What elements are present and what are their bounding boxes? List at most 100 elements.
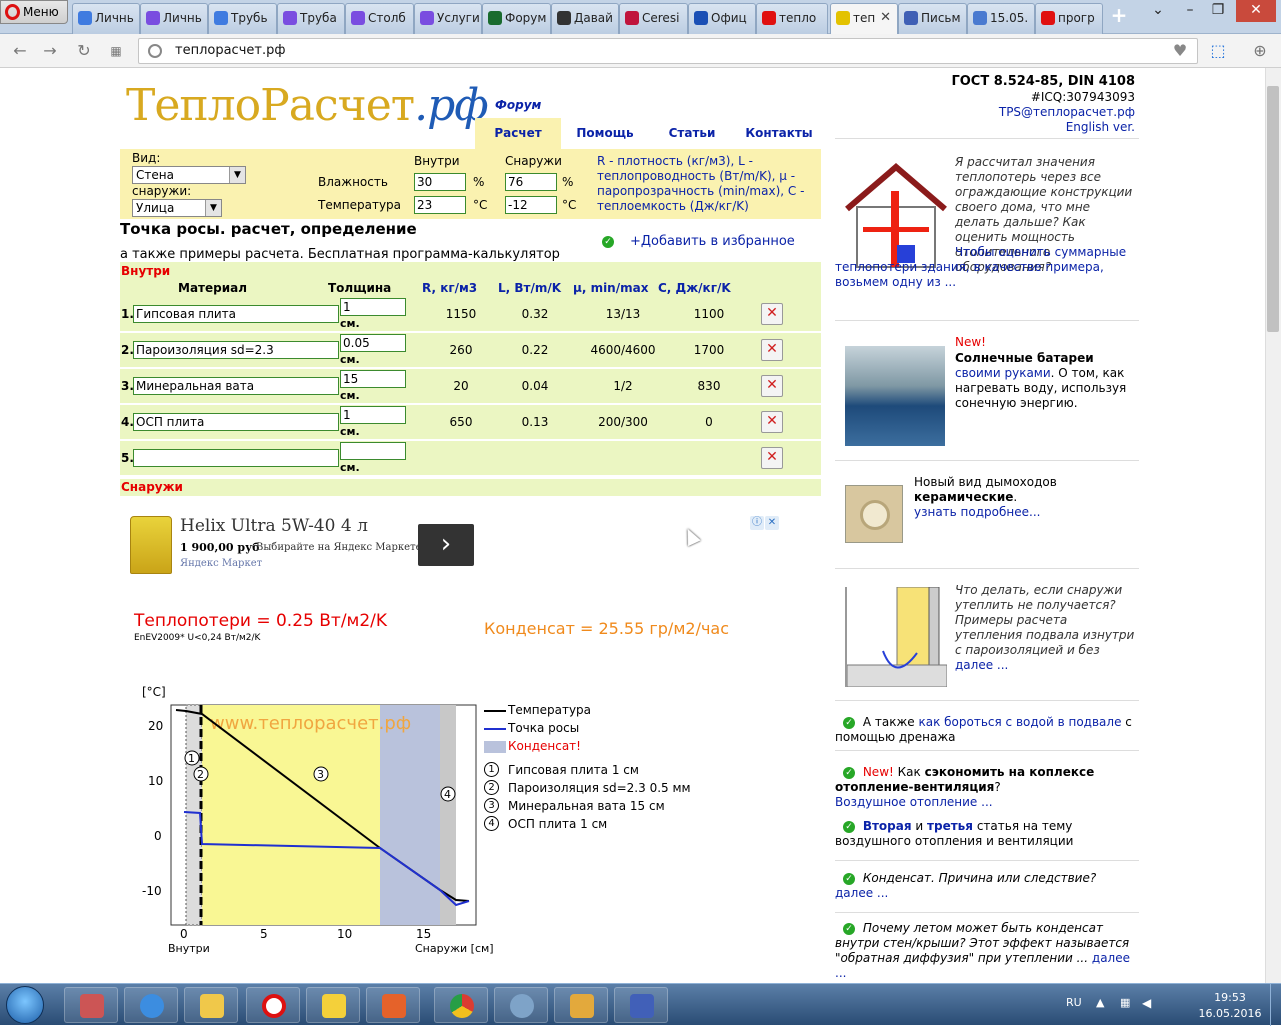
paint-icon[interactable] — [554, 987, 608, 1023]
wall-type-select[interactable]: Стена ▼ — [132, 166, 246, 184]
temp-outside-input[interactable]: -12 — [505, 196, 557, 214]
browser-tab[interactable]: Офиц — [688, 3, 756, 34]
sidebar-item-condensate[interactable]: ✓ Конденсат. Причина или следствие? дале… — [835, 860, 1139, 910]
material-input[interactable]: Гипсовая плита — [133, 305, 339, 323]
nav-tab-articles[interactable]: Статьи — [652, 118, 732, 149]
sidebar-drainage-link[interactable]: как бороться с водой в подвале — [918, 715, 1121, 729]
delete-row-button[interactable]: ✕ — [761, 411, 783, 433]
temp-inside-input[interactable]: 23 — [414, 196, 466, 214]
thickness-input[interactable]: 15 — [340, 370, 406, 388]
clock-date[interactable]: 16.05.2016 — [1194, 1007, 1266, 1020]
nav-tab-help[interactable]: Помощь — [567, 118, 643, 149]
sidebar-item-basement[interactable]: Что делать, если снаружи утеплить не пол… — [835, 568, 1139, 698]
sidebar-condensate-link[interactable]: далее ... — [835, 886, 888, 900]
browser-tab[interactable]: Письм — [898, 3, 967, 34]
save-disk-icon[interactable] — [614, 987, 668, 1023]
english-link[interactable]: English ver. — [940, 120, 1135, 134]
sidebar-chimney-link[interactable]: узнать подробнее... — [914, 505, 1040, 520]
heart-bookmark-icon[interactable]: ♥ — [1170, 41, 1190, 61]
opera-menu-button[interactable]: Меню — [0, 0, 68, 24]
snapshot-icon[interactable]: ⬚ — [1208, 41, 1228, 61]
material-input[interactable] — [133, 449, 339, 467]
media-player-icon[interactable] — [366, 987, 420, 1023]
ad-oil-icon[interactable] — [130, 516, 172, 574]
browser-tab[interactable]: Столб — [345, 3, 414, 34]
delete-row-button[interactable]: ✕ — [761, 375, 783, 397]
browser-tab[interactable]: Услуги — [414, 3, 482, 34]
sidebar-item-solar[interactable]: New! Солнечные батареи своими руками. О … — [835, 320, 1139, 448]
sidebar-basement-link[interactable]: далее ... — [955, 658, 1008, 672]
browser-tab[interactable]: Ceresi — [619, 3, 688, 34]
nav-tab-contacts[interactable]: Контакты — [738, 118, 820, 149]
1c-icon[interactable] — [306, 987, 360, 1023]
browser-tab[interactable]: Трубь — [208, 3, 277, 34]
new-tab-button[interactable]: + — [1108, 4, 1130, 26]
humidity-inside-input[interactable]: 30 — [414, 173, 466, 191]
tray-arrow-icon[interactable]: ▲ — [1096, 996, 1104, 1009]
material-input[interactable]: ОСП плита — [133, 413, 339, 431]
start-button[interactable] — [6, 986, 44, 1024]
volume-icon[interactable]: ◀ — [1142, 996, 1151, 1010]
browser-tab[interactable]: Давай — [551, 3, 619, 34]
opera-icon[interactable] — [246, 987, 300, 1023]
ad-info-icon[interactable]: ⓘ — [750, 516, 764, 530]
browser-tab[interactable]: тепло — [756, 3, 828, 34]
tab-list-icon[interactable]: ⌄ — [1144, 0, 1172, 22]
thickness-input[interactable]: 1 — [340, 406, 406, 424]
site-logo[interactable]: ТеплоРасчет.рф — [126, 80, 489, 131]
thickness-input[interactable] — [340, 442, 406, 460]
browser-tab[interactable]: прогр — [1035, 3, 1103, 34]
maximize-icon[interactable]: ❐ — [1204, 0, 1232, 22]
back-icon[interactable]: ← — [10, 41, 30, 61]
sidebar-ventilation-link[interactable]: Воздушное отопление ... — [835, 795, 993, 810]
reload-icon[interactable]: ↻ — [74, 41, 94, 61]
sidebar-item-diffusion[interactable]: ✓ Почему летом может быть конденсат внут… — [835, 912, 1139, 982]
browser-tab[interactable]: 15.05. — [967, 3, 1035, 34]
ad-close-icon[interactable]: ✕ — [765, 516, 779, 530]
delete-row-button[interactable]: ✕ — [761, 303, 783, 325]
ad-title[interactable]: Helix Ultra 5W-40 4 л — [180, 516, 368, 536]
language-indicator[interactable]: RU — [1066, 996, 1082, 1009]
minimize-icon[interactable]: – — [1176, 0, 1204, 22]
sidebar-item-chimney[interactable]: Новый вид дымоходов керамические. узнать … — [835, 460, 1139, 558]
url-field[interactable]: теплорасчет.рф — [138, 38, 1198, 64]
sidebar-heatloss-link[interactable]: Чтобы оценить суммарные теплопотери здан… — [835, 245, 1135, 290]
sidebar-solar-link[interactable]: своими руками — [955, 366, 1051, 380]
scrollbar-thumb[interactable] — [1267, 86, 1279, 332]
ad-next-button[interactable]: › — [418, 524, 474, 566]
file-explorer-icon[interactable] — [184, 987, 238, 1023]
thickness-input[interactable]: 0.05 — [340, 334, 406, 352]
download-icon[interactable]: ⊕ — [1250, 41, 1270, 61]
add-favorite-link[interactable]: +Добавить в избранное — [630, 234, 795, 249]
internet-explorer-icon[interactable] — [124, 987, 178, 1023]
browser-tab[interactable]: Форум — [482, 3, 551, 34]
thickness-input[interactable]: 1 — [340, 298, 406, 316]
browser-tab[interactable]: теп ✕ — [830, 3, 898, 35]
browser-tab[interactable]: Труба — [277, 3, 345, 34]
taskbar-app-icon[interactable] — [64, 987, 118, 1023]
close-window-icon[interactable]: ✕ — [1236, 0, 1276, 22]
material-input[interactable]: Пароизоляция sd=2.3 — [133, 341, 339, 359]
chrome-icon[interactable] — [434, 987, 488, 1023]
sidebar-item-ventilation[interactable]: ✓ New! Как сэкономить на коплексе отопле… — [835, 750, 1139, 850]
material-input[interactable]: Минеральная вата — [133, 377, 339, 395]
sidebar-item-drainage[interactable]: ✓ А также как бороться с водой в подвале… — [835, 700, 1139, 748]
tab-favicon — [625, 11, 639, 25]
forward-icon[interactable]: → — [40, 41, 60, 61]
browser-tab[interactable]: Личнь — [140, 3, 208, 34]
forum-link[interactable]: Форум — [495, 98, 541, 112]
mail-client-icon[interactable] — [494, 987, 548, 1023]
outside-type-select[interactable]: Улица ▼ — [132, 199, 222, 217]
delete-row-button[interactable]: ✕ — [761, 447, 783, 469]
humidity-outside-input[interactable]: 76 — [505, 173, 557, 191]
clock-time[interactable]: 19:53 — [1200, 991, 1260, 1004]
sidebar-item-heatloss[interactable]: Я рассчитал значения теплопотерь через в… — [835, 138, 1139, 308]
close-tab-icon[interactable]: ✕ — [880, 4, 891, 32]
email-link[interactable]: TPS@теплорасчет.рф — [940, 105, 1135, 119]
browser-tab[interactable]: Личнь — [72, 3, 140, 34]
show-desktop-button[interactable] — [1270, 984, 1281, 1026]
nav-tab-calc[interactable]: Расчет — [475, 118, 561, 149]
delete-row-button[interactable]: ✕ — [761, 339, 783, 361]
speed-dial-icon[interactable]: ▦ — [106, 41, 126, 61]
network-icon[interactable]: ▦ — [1120, 996, 1130, 1009]
